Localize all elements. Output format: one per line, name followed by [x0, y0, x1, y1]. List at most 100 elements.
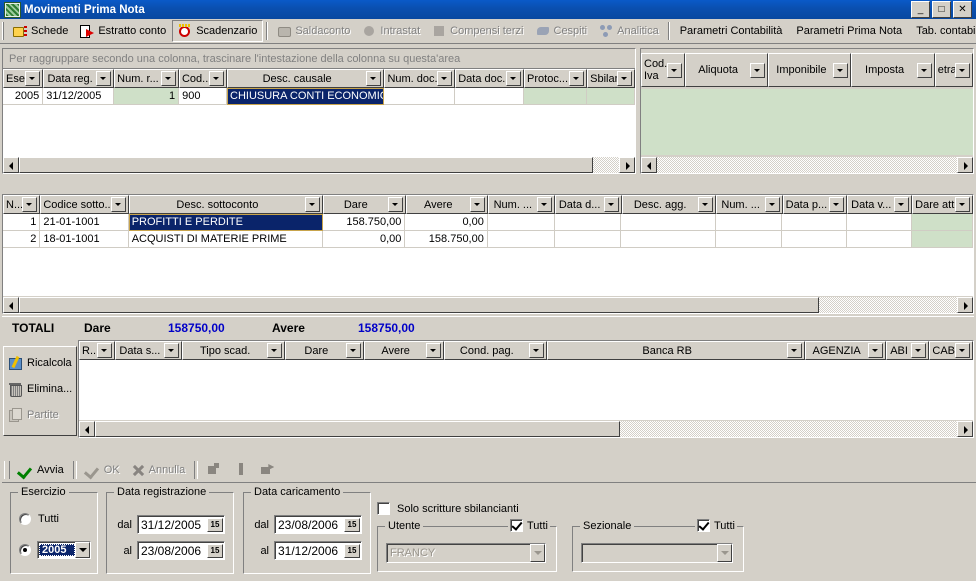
column-header-1[interactable]: Aliquota: [685, 53, 769, 87]
column-header-0[interactable]: Cod. Iva: [641, 53, 686, 87]
scadenze-grid-hscrollbar[interactable]: [79, 421, 973, 437]
minimize-button[interactable]: _: [911, 1, 930, 18]
elimina-button[interactable]: Elimina...: [4, 376, 76, 402]
column-filter-dropdown[interactable]: [833, 62, 849, 78]
column-header-2[interactable]: Imponibile: [768, 53, 852, 87]
column-filter-dropdown[interactable]: [528, 343, 544, 358]
iva-hscroll-right-button[interactable]: [957, 157, 973, 173]
toolbar-link-parametri-contabilita[interactable]: Parametri Contabilità: [673, 21, 790, 41]
ricalcola-button[interactable]: Ricalcola: [4, 350, 76, 376]
table-cell[interactable]: 31/12/2005: [43, 88, 115, 105]
column-header-2[interactable]: Num. r...: [113, 69, 179, 88]
table-cell[interactable]: 1: [114, 88, 180, 105]
utente-combo[interactable]: FRANCY: [386, 543, 546, 563]
data-reg-al-field[interactable]: 23/08/2006 15: [137, 541, 225, 560]
table-cell[interactable]: 900: [179, 88, 228, 105]
esercizio-year-combo[interactable]: 2005: [37, 541, 91, 559]
hscroll-right-button[interactable]: [619, 157, 635, 173]
toolbar-button-scadenzario[interactable]: Scadenzario: [172, 20, 264, 42]
table-cell[interactable]: 18-01-1001: [40, 231, 129, 248]
column-filter-dropdown[interactable]: [387, 197, 403, 212]
column-filter-dropdown[interactable]: [95, 71, 111, 86]
table-cell[interactable]: [587, 88, 635, 105]
detail-grid-hscrollbar[interactable]: [3, 297, 973, 313]
column-filter-dropdown[interactable]: [697, 197, 713, 212]
column-header-6[interactable]: Banca RB: [546, 341, 805, 360]
radio-tutti-indicator[interactable]: [19, 513, 31, 525]
solo-sbilancianti-indicator[interactable]: [377, 502, 390, 515]
column-filter-dropdown[interactable]: [22, 197, 38, 212]
column-header-0[interactable]: R...: [79, 341, 115, 360]
detail-hscroll-right-button[interactable]: [957, 297, 973, 313]
table-cell[interactable]: [912, 231, 973, 248]
table-row[interactable]: 2005 31/12/2005 1 900 CHIUSURA CONTI ECONOMI…: [3, 88, 635, 105]
column-filter-dropdown[interactable]: [867, 343, 883, 358]
column-filter-dropdown[interactable]: [469, 197, 485, 212]
column-filter-dropdown[interactable]: [764, 197, 780, 212]
table-cell[interactable]: [715, 231, 783, 248]
hscroll-thumb[interactable]: [19, 157, 593, 173]
column-filter-dropdown[interactable]: [267, 343, 283, 358]
table-cell[interactable]: [621, 214, 716, 231]
column-header-8[interactable]: Num. ...: [715, 195, 783, 214]
data-car-al-field[interactable]: 31/12/2006 15: [274, 541, 362, 560]
column-header-5[interactable]: Num. doc.: [384, 69, 456, 88]
column-filter-dropdown[interactable]: [346, 343, 362, 358]
sezionale-tutti-checkbox[interactable]: Tutti: [695, 519, 737, 532]
column-filter-dropdown[interactable]: [164, 343, 180, 358]
export-button[interactable]: [255, 460, 282, 480]
table-cell[interactable]: [554, 231, 622, 248]
data-car-dal-field[interactable]: 23/08/2006 15: [274, 515, 362, 534]
column-header-7[interactable]: Protoc...: [524, 69, 588, 88]
column-filter-dropdown[interactable]: [955, 197, 971, 212]
iva-grid-hscrollbar[interactable]: [641, 157, 973, 173]
scadenze-hscroll-thumb[interactable]: [95, 421, 620, 437]
close-button[interactable]: ✕: [953, 1, 972, 18]
detail-hscroll-track[interactable]: [19, 297, 957, 313]
iva-hscroll-left-button[interactable]: [641, 157, 657, 173]
avvia-button[interactable]: Avvia: [13, 460, 70, 480]
detail-hscroll-left-button[interactable]: [3, 297, 19, 313]
column-header-9[interactable]: CAB: [929, 341, 974, 360]
column-header-6[interactable]: Data d...: [554, 195, 622, 214]
table-cell[interactable]: [715, 214, 783, 231]
copy-button[interactable]: [201, 460, 228, 480]
utente-tutti-indicator[interactable]: [510, 519, 523, 532]
table-cell[interactable]: 0,00: [322, 231, 406, 248]
table-row[interactable]: 2 18-01-1001 ACQUISTI DI MATERIE PRIME 0,00…: [3, 231, 973, 248]
column-filter-dropdown[interactable]: [911, 343, 927, 358]
column-filter-dropdown[interactable]: [110, 197, 126, 212]
column-filter-dropdown[interactable]: [616, 71, 632, 86]
scadenze-hscroll-track[interactable]: [95, 421, 957, 437]
column-header-6[interactable]: Data doc.: [455, 69, 525, 88]
column-header-10[interactable]: Data v...: [847, 195, 913, 214]
chevron-down-icon[interactable]: [75, 542, 90, 558]
column-header-9[interactable]: Data p...: [782, 195, 848, 214]
toolbar-button-estratto-conto[interactable]: Estratto conto: [74, 20, 172, 42]
calendar-icon[interactable]: 15: [344, 543, 360, 558]
column-filter-dropdown[interactable]: [366, 71, 382, 86]
column-filter-dropdown[interactable]: [955, 343, 971, 358]
column-header-1[interactable]: Data s...: [114, 341, 183, 360]
calendar-icon[interactable]: 15: [207, 517, 223, 532]
column-filter-dropdown[interactable]: [603, 197, 619, 212]
table-cell[interactable]: [847, 214, 913, 231]
column-header-4[interactable]: Avere: [405, 195, 488, 214]
hscroll-left-button[interactable]: [3, 157, 19, 173]
column-header-3[interactable]: Imposta: [851, 53, 935, 87]
column-filter-dropdown[interactable]: [425, 343, 441, 358]
iva-hscroll-track[interactable]: [657, 157, 957, 173]
column-header-4[interactable]: etraibi: [934, 53, 974, 87]
table-cell[interactable]: 2: [3, 231, 41, 248]
column-header-8[interactable]: ABI: [885, 341, 930, 360]
table-cell[interactable]: [554, 214, 622, 231]
column-header-8[interactable]: Sbilancio: [587, 69, 635, 88]
column-header-0[interactable]: Ese...: [3, 69, 44, 88]
table-cell[interactable]: [621, 231, 716, 248]
table-cell[interactable]: ACQUISTI DI MATERIE PRIME: [128, 231, 323, 248]
column-header-7[interactable]: Desc. agg.: [621, 195, 716, 214]
column-filter-dropdown[interactable]: [25, 71, 41, 86]
column-filter-dropdown[interactable]: [160, 71, 176, 86]
table-cell[interactable]: 21-01-1001: [40, 214, 129, 231]
chevron-down-icon[interactable]: [717, 544, 732, 562]
